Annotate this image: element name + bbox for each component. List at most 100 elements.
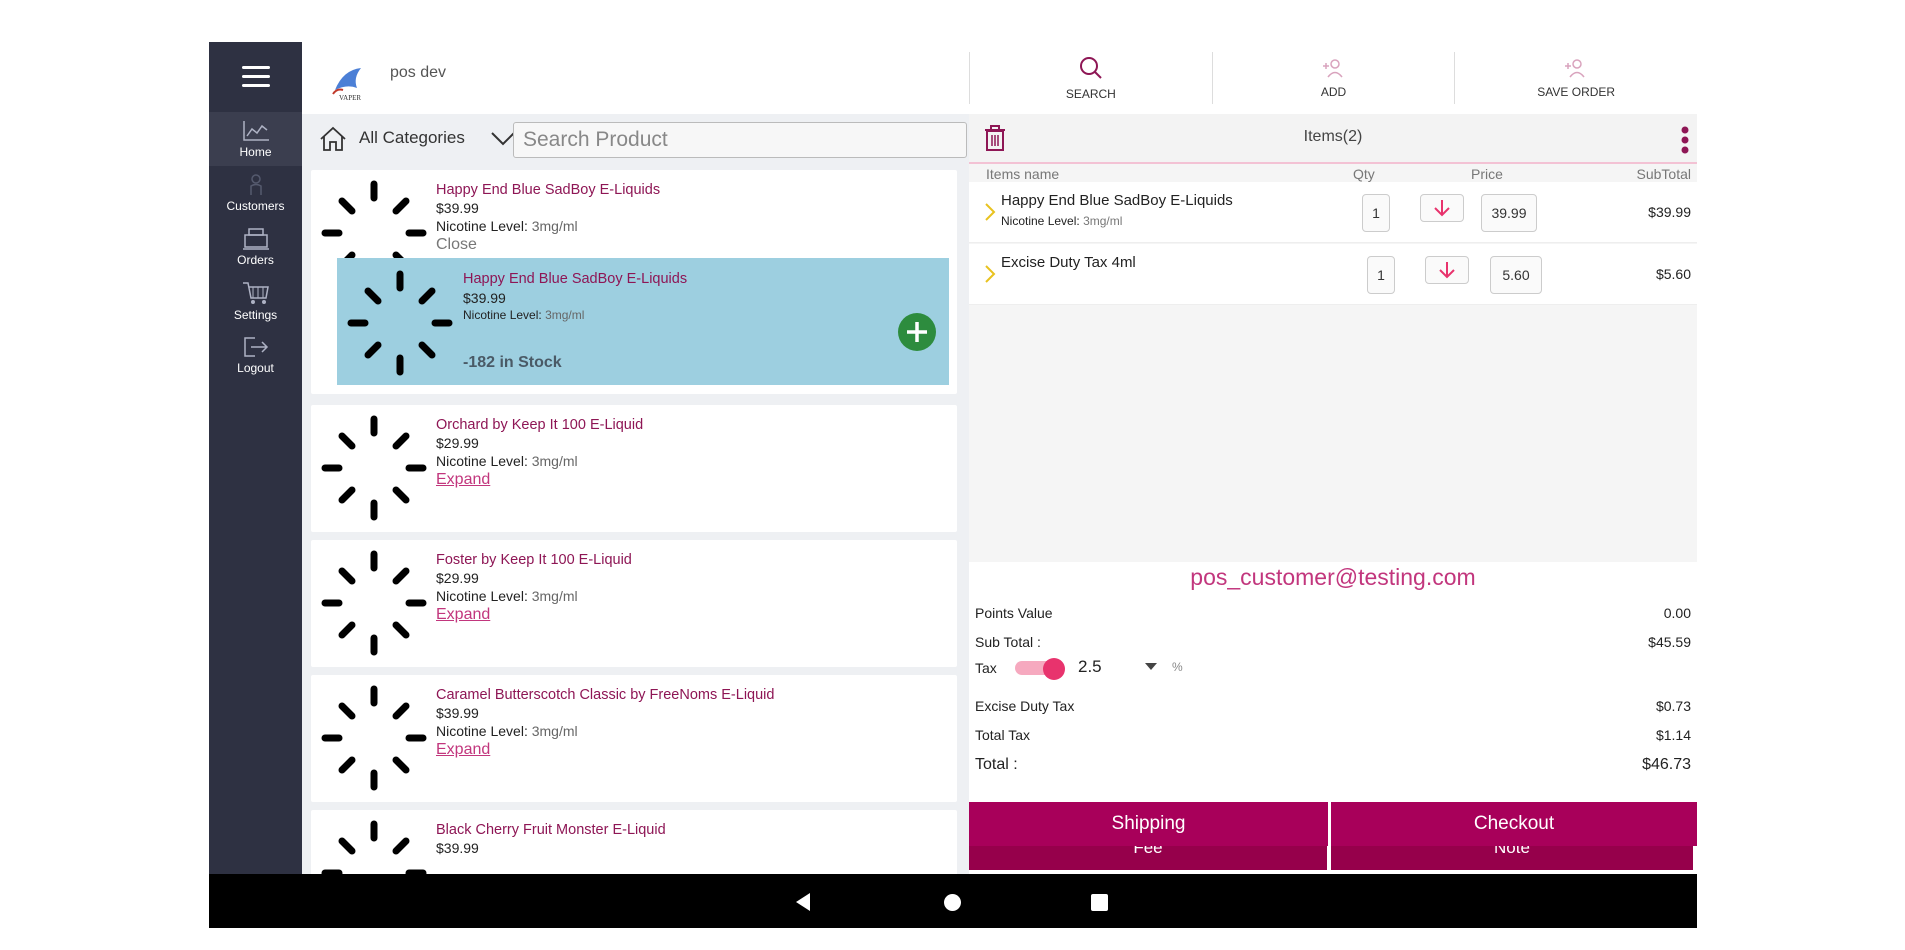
sidebar-item-orders[interactable]: Orders [209, 220, 302, 274]
person-icon [249, 174, 262, 195]
product-price: $29.99 [436, 570, 479, 586]
product-nicotine: Nicotine Level: 3mg/ml [436, 723, 578, 739]
price-field[interactable]: 5.60 [1490, 256, 1542, 294]
system-nav-bar [209, 874, 1697, 928]
loading-spinner-icon [321, 685, 427, 791]
sidebar-item-label: Home [239, 145, 272, 159]
chevron-right-icon[interactable] [984, 264, 996, 284]
back-icon[interactable] [794, 892, 812, 912]
hamburger-icon[interactable] [209, 42, 302, 110]
cart-header: Items(2) [969, 114, 1697, 164]
chevron-right-icon[interactable] [984, 202, 996, 222]
expand-link[interactable]: Expand [436, 741, 490, 759]
search-button[interactable]: SEARCH [969, 52, 1212, 104]
cart-line-subtotal: $5.60 [1655, 266, 1691, 282]
discount-button[interactable] [1420, 194, 1464, 222]
arrow-down-icon [1434, 200, 1450, 217]
tax-unit: % [1172, 660, 1183, 674]
sidebar-item-label: Logout [237, 361, 274, 375]
category-select[interactable]: All Categories [359, 128, 465, 148]
tax-row: Tax 2.5 % [975, 654, 1375, 680]
product-nicotine: Nicotine Level: 3mg/ml [436, 218, 578, 234]
col-items-name: Items name [986, 166, 1060, 182]
col-subtotal: SubTotal [1636, 166, 1691, 182]
sidebar-item-settings[interactable]: Settings [209, 274, 302, 328]
add-customer-button[interactable]: ADD [1211, 52, 1455, 104]
loading-spinner-icon [347, 270, 453, 376]
recent-apps-icon[interactable] [1091, 894, 1108, 911]
product-nicotine: Nicotine Level: 3mg/ml [436, 453, 578, 469]
save-order-label: SAVE ORDER [1537, 85, 1616, 99]
sidebar-item-logout[interactable]: Logout [209, 328, 302, 382]
product-card[interactable]: Foster by Keep It 100 E-Liquid $29.99 Ni… [311, 540, 957, 667]
variant-price: $39.99 [463, 290, 506, 306]
header-actions: SEARCH ADD SAVE ORDER [969, 42, 1697, 114]
product-card[interactable]: Happy End Blue SadBoy E-Liquids $39.99 N… [311, 170, 957, 394]
product-card[interactable]: Caramel Butterscotch Classic by FreeNoms… [311, 675, 957, 802]
product-price: $39.99 [436, 705, 479, 721]
save-order-button[interactable]: SAVE ORDER [1454, 52, 1697, 104]
save-user-icon [1565, 59, 1585, 78]
home-circle-icon[interactable] [944, 894, 961, 911]
register-icon [242, 228, 269, 250]
cart-line[interactable]: Happy End Blue SadBoy E-Liquids Nicotine… [969, 182, 1697, 243]
product-name: Black Cherry Fruit Monster E-Liquid [436, 822, 666, 838]
arrow-down-icon [1439, 262, 1455, 279]
cart-icon [242, 282, 269, 304]
product-price: $39.99 [436, 200, 479, 216]
home-icon[interactable] [318, 126, 348, 152]
points-row: Points Value 0.00 [975, 605, 1691, 621]
tax-label: Tax [975, 660, 997, 676]
expand-link[interactable]: Expand [436, 471, 490, 489]
store-header: VAPER pos dev [302, 42, 969, 114]
shipping-button[interactable]: Shipping [969, 802, 1328, 846]
store-logo: VAPER [332, 68, 361, 102]
search-product-field[interactable] [513, 122, 967, 158]
total-row: Total : $46.73 [975, 756, 1691, 773]
cart-line-subtotal: $39.99 [1648, 204, 1691, 220]
col-price: Price [1471, 166, 1503, 182]
sidebar: Home Customers Orders Settings Logout [209, 42, 302, 874]
checkout-button[interactable]: Checkout [1331, 802, 1697, 846]
cart-line[interactable]: Excise Duty Tax 4ml 1 5.60 $5.60 [969, 244, 1697, 305]
tax-rate-value[interactable]: 2.5 [1078, 657, 1102, 677]
product-name: Happy End Blue SadBoy E-Liquids [436, 182, 661, 198]
product-price: $39.99 [436, 840, 479, 856]
product-nicotine: Nicotine Level: 3mg/ml [436, 588, 578, 604]
tax-toggle[interactable] [1015, 658, 1065, 680]
items-count: Items(2) [1303, 128, 1363, 145]
sidebar-item-home[interactable]: Home [209, 112, 302, 166]
qty-field[interactable]: 1 [1367, 256, 1395, 294]
discount-button[interactable] [1425, 256, 1469, 284]
search-product-input[interactable] [514, 123, 966, 157]
excise-row: Excise Duty Tax $0.73 [975, 698, 1691, 714]
category-bar: All Categories [302, 114, 969, 162]
dropdown-arrow-icon[interactable] [1145, 663, 1157, 671]
close-link[interactable]: Close [436, 236, 477, 254]
sidebar-item-customers[interactable]: Customers [209, 166, 302, 220]
product-variant-panel[interactable]: Happy End Blue SadBoy E-Liquids $39.99 N… [337, 258, 949, 385]
qty-field[interactable]: 1 [1362, 194, 1390, 232]
pos-app: Home Customers Orders Settings Logout VA… [209, 42, 1697, 928]
subtotal-row: Sub Total : $45.59 [975, 634, 1691, 650]
logout-icon [243, 337, 268, 357]
store-name: pos dev [390, 64, 447, 81]
sidebar-item-label: Settings [233, 308, 278, 322]
product-list: Happy End Blue SadBoy E-Liquids $39.99 N… [302, 162, 969, 874]
product-card[interactable]: Black Cherry Fruit Monster E-Liquid $39.… [311, 810, 957, 874]
add-label: ADD [1320, 85, 1347, 99]
expand-link[interactable]: Expand [436, 606, 490, 624]
cart-panel: Items(2) Items name Qty Price SubTotal H… [969, 114, 1697, 874]
cart-line-name: Excise Duty Tax 4ml [1001, 254, 1136, 271]
product-card[interactable]: Orchard by Keep It 100 E-Liquid $29.99 N… [311, 405, 957, 532]
price-field[interactable]: 39.99 [1481, 194, 1537, 232]
cart-column-headers: Items name Qty Price SubTotal [969, 164, 1697, 182]
loading-spinner-icon [321, 415, 427, 521]
product-name: Caramel Butterscotch Classic by FreeNoms… [436, 687, 775, 703]
cart-line-name: Happy End Blue SadBoy E-Liquids [1001, 192, 1233, 209]
more-options-icon[interactable] [1681, 126, 1689, 154]
add-to-cart-button[interactable] [898, 313, 936, 351]
search-label: SEARCH [1065, 87, 1116, 101]
customer-email[interactable]: pos_customer@testing.com [969, 564, 1697, 591]
loading-spinner-icon [321, 550, 427, 656]
